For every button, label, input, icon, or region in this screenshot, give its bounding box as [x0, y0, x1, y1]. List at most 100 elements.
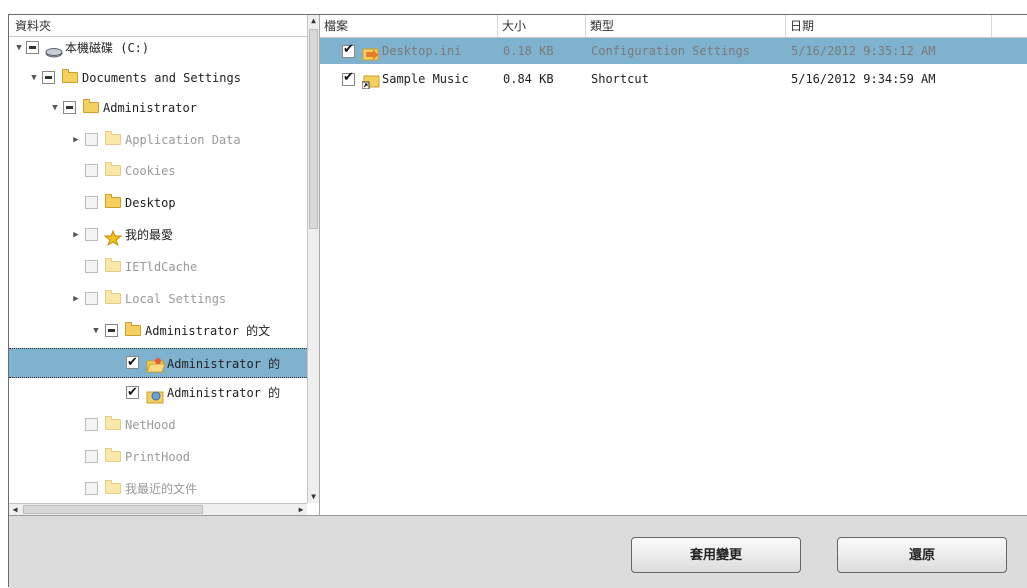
tree-row-favorites[interactable]: ▶ 我的最愛 [9, 220, 307, 250]
tree-horizontal-scrollbar[interactable]: ◀ ▶ [9, 503, 307, 515]
tree-row-cookies[interactable]: Cookies [9, 156, 307, 186]
folder-icon [83, 99, 99, 113]
scroll-thumb[interactable] [309, 29, 318, 229]
tree-row-desktop[interactable]: Desktop [9, 188, 307, 218]
file-row[interactable]: Desktop.ini 0.18 KB Configuration Settin… [320, 37, 1027, 64]
folder-tree: ▼ 本機磁碟 (C:) ▼ Documents and Settings ▼ A… [9, 38, 307, 503]
tree-row-ietldcache[interactable]: IETldCache [9, 252, 307, 282]
expand-arrow-icon[interactable]: ▶ [71, 125, 81, 155]
apply-changes-button[interactable]: 套用變更 [631, 537, 801, 573]
file-name: Desktop.ini [382, 44, 462, 58]
expand-arrow-icon[interactable]: ▶ [71, 220, 81, 250]
tree-row-my-music[interactable]: Administrator 的 [9, 378, 307, 408]
star-icon [103, 227, 123, 247]
folder-icon [62, 69, 78, 83]
folder-icon [105, 194, 121, 208]
file-checkbox[interactable] [342, 37, 355, 63]
tree-checkbox[interactable] [85, 482, 98, 495]
tree-row-my-pictures[interactable]: Administrator 的 [9, 348, 307, 378]
folder-icon [105, 258, 121, 272]
tree-row-recent[interactable]: 我最近的文件 [9, 474, 307, 503]
expand-arrow-icon[interactable]: ▼ [29, 63, 39, 93]
scroll-up-arrow-icon[interactable]: ▲ [308, 15, 319, 27]
tree-row-application-data[interactable]: ▶ Application Data [9, 125, 307, 155]
folder-icon [125, 322, 141, 336]
tree-checkbox[interactable] [105, 324, 118, 337]
tree-row-printhood[interactable]: PrintHood [9, 442, 307, 472]
backup-window: 資料夾 ▼ 本機磁碟 (C:) ▼ Documents and Settings [8, 14, 1027, 588]
tree-label: Documents and Settings [82, 71, 241, 85]
expand-arrow-icon[interactable]: ▼ [50, 93, 60, 123]
folder-tree-header: 資料夾 [9, 15, 307, 37]
file-size: 0.18 KB [503, 44, 554, 58]
drive-icon [45, 40, 63, 58]
tree-checkbox[interactable] [85, 418, 98, 431]
file-checkbox[interactable] [342, 65, 355, 91]
column-header-type[interactable]: 類型 [586, 15, 786, 37]
shortcut-folder-icon [361, 72, 380, 90]
tree-checkbox[interactable] [26, 41, 39, 54]
expand-arrow-icon[interactable]: ▶ [71, 284, 81, 314]
tree-row-local-settings[interactable]: ▶ Local Settings [9, 284, 307, 314]
tree-label: Administrator 的文 [145, 324, 271, 338]
folder-icon [105, 416, 121, 430]
open-folder-icon [146, 354, 166, 373]
tree-row-drive-c[interactable]: ▼ 本機磁碟 (C:) [9, 38, 307, 63]
tree-label: 我最近的文件 [125, 482, 198, 496]
tree-row-nethood[interactable]: NetHood [9, 410, 307, 440]
tree-label: Application Data [125, 133, 241, 147]
tree-label: 本機磁碟 (C:) [65, 41, 150, 55]
tree-checkbox[interactable] [126, 378, 139, 408]
tree-label: Administrator 的 [167, 357, 281, 371]
tree-row-my-documents[interactable]: ▼ Administrator 的文 [9, 316, 307, 346]
file-list-pane: 檔案 大小 類型 日期 Desktop.ini 0.18 KB Configur… [320, 15, 1027, 515]
top-strip [0, 0, 1027, 10]
file-type: Shortcut [591, 72, 649, 86]
scroll-down-arrow-icon[interactable]: ▼ [308, 491, 319, 503]
tree-checkbox[interactable] [85, 228, 98, 241]
tree-checkbox[interactable] [42, 71, 55, 84]
file-list-header: 檔案 大小 類型 日期 [320, 15, 1027, 38]
tree-label: Administrator [103, 101, 197, 115]
column-header-size[interactable]: 大小 [498, 15, 586, 37]
folder-icon [105, 448, 121, 462]
tree-label: PrintHood [125, 450, 191, 464]
folder-tree-pane: 資料夾 ▼ 本機磁碟 (C:) ▼ Documents and Settings [9, 15, 320, 515]
column-header-file[interactable]: 檔案 [320, 15, 498, 37]
settings-file-icon [362, 44, 380, 61]
file-row[interactable]: Sample Music 0.84 KB Shortcut 5/16/2012 … [320, 65, 1027, 92]
column-header-date[interactable]: 日期 [786, 15, 992, 37]
file-date: 5/16/2012 9:34:59 AM [791, 72, 936, 86]
file-name: Sample Music [382, 72, 469, 86]
tree-row-documents-and-settings[interactable]: ▼ Documents and Settings [9, 63, 307, 93]
tree-label: Cookies [125, 164, 176, 178]
folder-icon [105, 131, 121, 145]
tree-vertical-scrollbar[interactable]: ▲ ▼ [307, 15, 319, 503]
tree-label: Desktop [125, 196, 176, 210]
tree-checkbox[interactable] [85, 292, 98, 305]
folder-icon [105, 480, 121, 494]
file-date: 5/16/2012 9:35:12 AM [791, 44, 936, 58]
tree-checkbox[interactable] [85, 133, 98, 146]
tree-label: 我的最愛 [125, 228, 174, 242]
file-type: Configuration Settings [591, 44, 750, 58]
music-folder-icon [146, 385, 164, 404]
tree-checkbox[interactable] [85, 260, 98, 273]
action-bar: 套用變更 還原 [9, 515, 1027, 588]
tree-label: IETldCache [125, 260, 198, 274]
tree-label: Administrator 的 [167, 386, 281, 400]
expand-arrow-icon[interactable]: ▼ [14, 38, 24, 63]
restore-button[interactable]: 還原 [837, 537, 1007, 573]
tree-checkbox[interactable] [85, 196, 98, 209]
tree-label: Local Settings [125, 292, 227, 306]
scroll-thumb[interactable] [23, 505, 203, 514]
tree-checkbox[interactable] [63, 101, 76, 114]
tree-row-administrator[interactable]: ▼ Administrator [9, 93, 307, 123]
tree-checkbox[interactable] [126, 348, 139, 378]
tree-label: NetHood [125, 418, 176, 432]
tree-checkbox[interactable] [85, 450, 98, 463]
folder-icon [105, 162, 121, 176]
tree-checkbox[interactable] [85, 164, 98, 177]
file-size: 0.84 KB [503, 72, 554, 86]
expand-arrow-icon[interactable]: ▼ [91, 316, 101, 346]
